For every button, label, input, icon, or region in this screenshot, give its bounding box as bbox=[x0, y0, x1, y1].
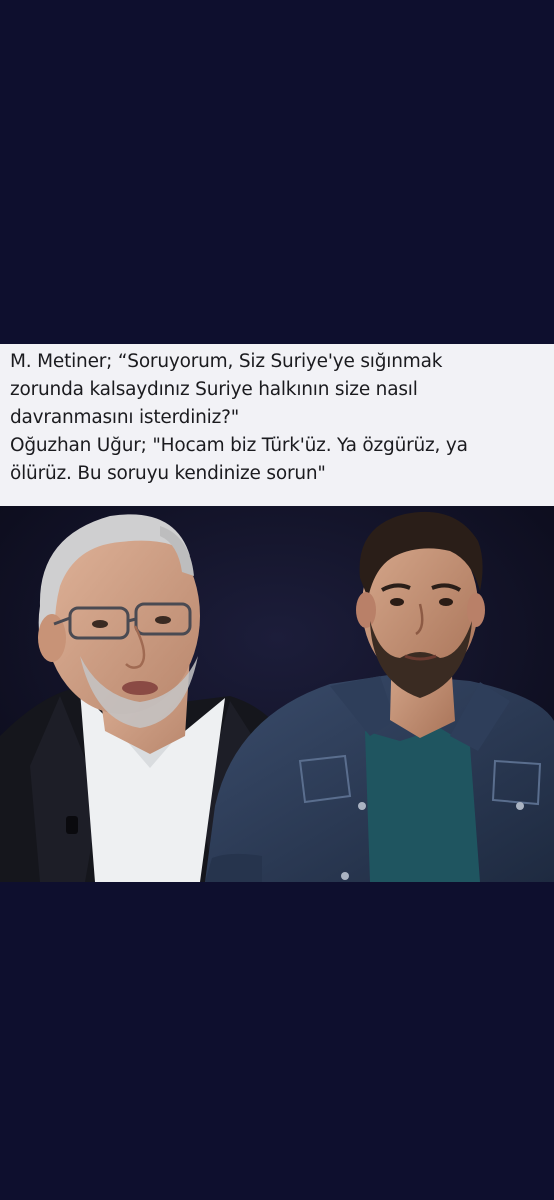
quote-line-4: Oğuzhan Uğur; "Hocam biz Türk'üz. Ya özg… bbox=[10, 435, 468, 456]
screen: M. Metiner; “Soruyorum, Siz Suriye'ye sı… bbox=[0, 0, 554, 1200]
news-photo bbox=[0, 506, 554, 882]
quote-card: M. Metiner; “Soruyorum, Siz Suriye'ye sı… bbox=[0, 344, 554, 506]
quote-line-3: davranmasını isterdiniz?" bbox=[10, 407, 240, 428]
quote-line-1: M. Metiner; “Soruyorum, Siz Suriye'ye sı… bbox=[10, 351, 443, 372]
photo-illustration bbox=[0, 506, 554, 882]
quote-line-5: ölürüz. Bu soruyu kendinize sorun" bbox=[10, 463, 326, 484]
quote-line-2: zorunda kalsaydınız Suriye halkının size… bbox=[10, 379, 418, 400]
